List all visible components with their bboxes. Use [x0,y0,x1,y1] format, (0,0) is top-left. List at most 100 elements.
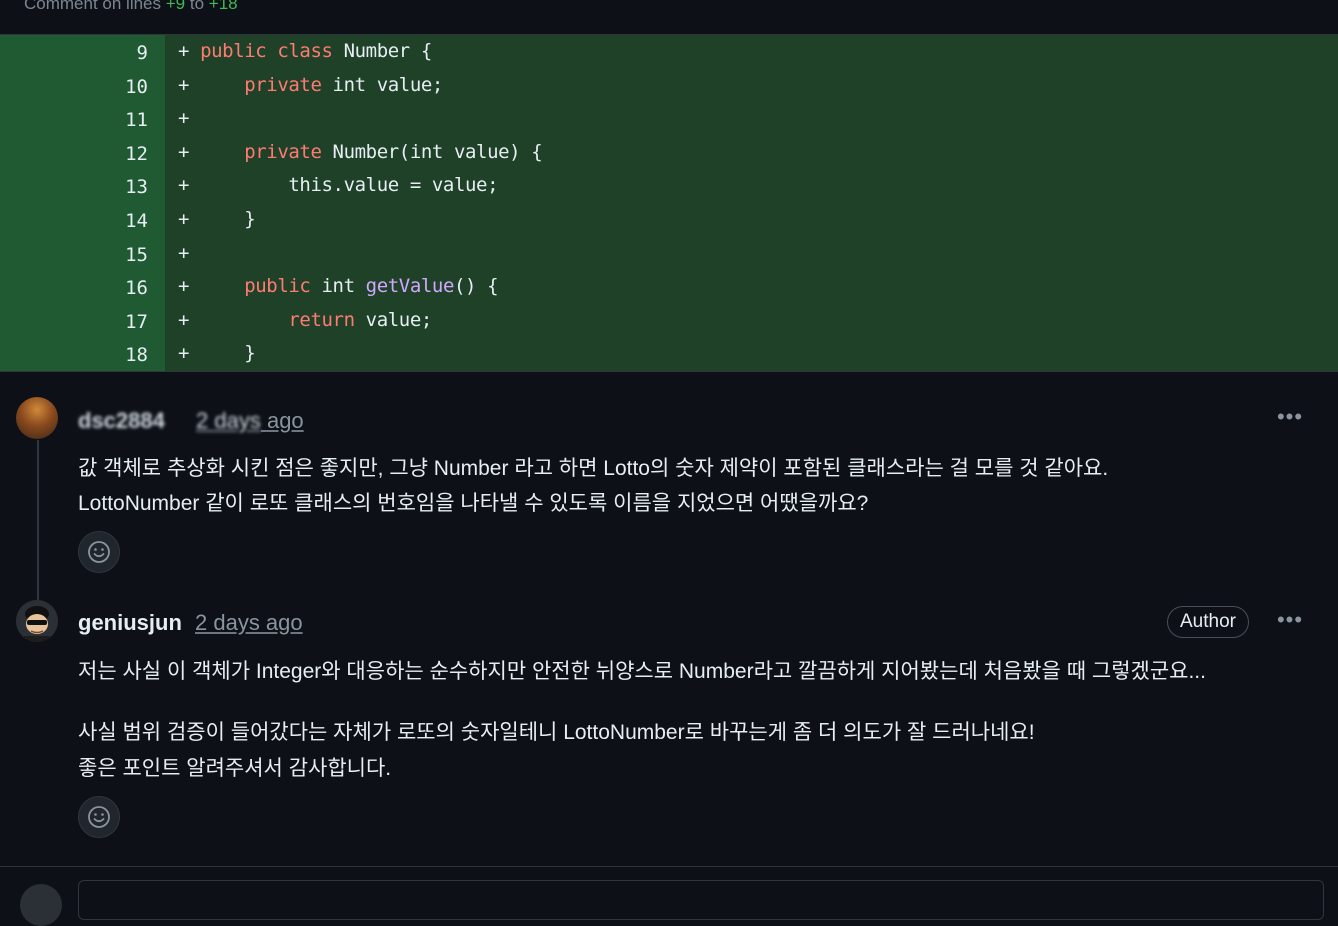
line-number: 13 [125,176,148,199]
diff-sign: + [178,174,201,197]
smiley-icon [88,541,110,563]
line-number-gutter[interactable]: 16 [0,270,165,305]
comment-lines-prefix: Comment on lines [24,0,162,13]
diff-sign: + [178,40,201,62]
smiley-icon [88,806,110,828]
line-end: +18 [208,0,238,13]
code-function: getValue [365,275,455,298]
code-text: + this.value = value; [178,174,499,197]
diff-sign: + [178,342,201,365]
line-number-gutter[interactable]: 13 [0,169,165,204]
code-text: + [178,242,200,264]
comment-body-line: 사실 범위 검증이 들어갔다는 자체가 로또의 숫자일테니 LottoNumbe… [78,721,1035,744]
diff-sign: + [178,275,201,298]
avatar [20,884,62,926]
diff-sign: + [178,208,201,230]
code-token: () { [453,275,499,298]
diff-line[interactable]: 18 + } [0,337,1338,372]
add-reaction-button[interactable] [78,796,120,838]
line-number: 9 [136,42,148,64]
diff-line[interactable]: 11 + [0,102,1338,137]
comment-lines-label: Comment on lines +9 to +18 [24,0,238,14]
code-token: this.value = value; [200,174,499,197]
line-number: 17 [125,310,148,333]
diff-sign: + [178,308,201,331]
kebab-horizontal-icon[interactable]: ••• [1272,404,1308,430]
avatar[interactable] [16,397,58,439]
diff-line[interactable]: 9 + public class Number { [0,35,1338,69]
diff-line[interactable]: 16 + public int getValue() { [0,270,1338,305]
code-token: Number { [343,40,433,62]
code-text: + private int value; [178,74,443,96]
code-text: + public class Number { [178,40,432,62]
diff-line[interactable]: 15 + [0,236,1338,271]
line-number: 18 [125,344,148,367]
diff-line[interactable]: 10 + private int value; [0,68,1338,103]
line-number: 12 [125,142,148,165]
line-number-gutter[interactable]: 11 [0,102,165,137]
diff-line[interactable]: 17 + return value; [0,303,1338,338]
code-text: + return value; [178,309,432,331]
diff-sign: + [178,140,201,163]
reply-input[interactable] [78,880,1324,920]
code-token: } [200,342,256,365]
code-text: + public int getValue() { [178,275,499,298]
comment-body-line: 저는 사실 이 객체가 Integer와 대응하는 순수하지만 안전한 뉘양스로… [78,660,1206,683]
comment-body-line: LottoNumber 같이 로또 클래스의 번호임을 나타낼 수 있도록 이름… [78,492,869,515]
line-number-gutter[interactable]: 10 [0,68,165,103]
code-token: int value; [332,73,444,96]
code-keyword: private [244,140,333,163]
code-keyword: return [288,308,366,331]
diff-line[interactable]: 13 + this.value = value; [0,169,1338,204]
diff-line[interactable]: 12 + private Number(int value) { [0,135,1338,170]
line-number: 10 [125,75,148,98]
divider [0,866,1338,867]
line-number-gutter[interactable]: 15 [0,236,165,271]
diff-line[interactable]: 14 + } [0,203,1338,237]
line-number-gutter[interactable]: 12 [0,135,165,170]
code-token: value; [365,308,433,331]
line-range-to: to [189,0,205,13]
comment-timestamp[interactable]: 2 days ago [195,610,303,636]
code-text: + private Number(int value) { [178,140,543,163]
code-keyword: public [244,275,322,298]
code-token: int [321,275,366,298]
timestamp-blurred: 2 days [196,408,261,433]
comment-body-line: 좋은 포인트 알려주셔서 감사합니다. [78,757,392,780]
divider [0,371,1338,372]
timestamp-suffix: ago [266,408,304,433]
add-reaction-button[interactable] [78,531,120,573]
line-number: 16 [125,277,148,300]
comment-body-line: 값 객체로 추상화 시킨 점은 좋지만, 그냥 Number 라고 하면 Lot… [78,457,1109,480]
kebab-horizontal-icon[interactable]: ••• [1272,607,1308,633]
avatar[interactable] [16,600,58,642]
thread-connector-line [37,440,39,600]
avatar-image [16,600,58,642]
code-text: + } [178,208,256,230]
line-number: 15 [125,243,148,266]
diff-sign: + [178,107,201,130]
line-number: 14 [125,210,148,232]
code-text: + [178,107,200,129]
author-badge: Author [1167,606,1249,638]
code-keyword: public class [200,40,344,62]
code-token: Number(int value) { [332,140,543,163]
code-keyword: private [244,73,333,96]
line-number-gutter[interactable]: 14 [0,203,165,237]
diff-sign: + [178,241,201,264]
comment-author[interactable]: geniusjun [78,610,182,636]
code-token: } [200,208,256,230]
comment-timestamp[interactable]: 2 days ago [196,408,304,434]
comment-author[interactable]: dsc2884 [78,408,165,434]
code-text: + } [178,342,256,365]
diff-code-block: 9 + public class Number { 10 + private int … [0,35,1338,372]
line-number-gutter[interactable]: 17 [0,303,165,338]
line-number-gutter[interactable]: 18 [0,337,165,372]
line-number-gutter[interactable]: 9 [0,35,165,69]
diff-sign: + [178,73,201,96]
line-start: +9 [165,0,186,13]
